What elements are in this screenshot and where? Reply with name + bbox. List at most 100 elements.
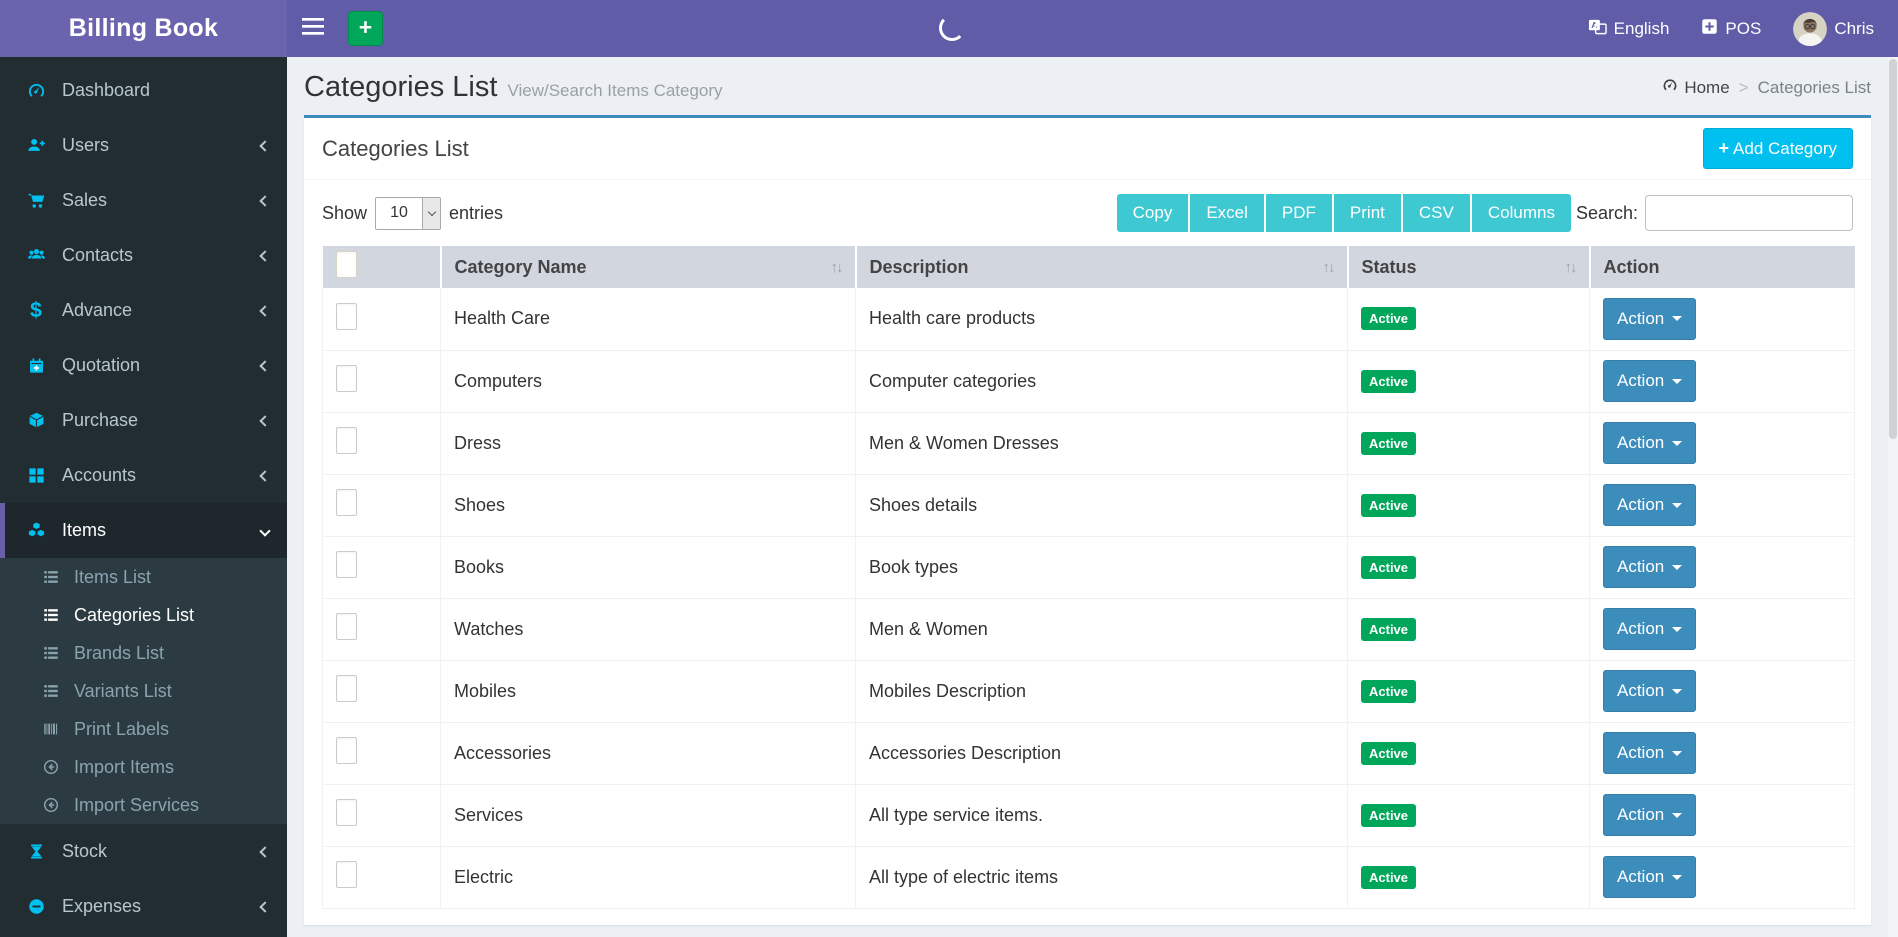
sidebar-item-quotation[interactable]: Quotation bbox=[0, 338, 287, 393]
row-checkbox[interactable] bbox=[336, 489, 357, 516]
table-row: Watches Men & Women Active Action bbox=[323, 598, 1855, 660]
breadcrumb-separator: > bbox=[1739, 78, 1749, 98]
chevron-left-icon bbox=[259, 305, 270, 316]
content-header: Categories ListView/Search Items Categor… bbox=[287, 57, 1888, 115]
column-header-category-name[interactable]: Category Name↑↓ bbox=[441, 246, 856, 288]
description-cell: Shoes details bbox=[856, 474, 1348, 536]
cube-icon bbox=[22, 411, 50, 430]
csv-button[interactable]: CSV bbox=[1403, 194, 1472, 232]
action-dropdown-button[interactable]: Action bbox=[1603, 422, 1696, 464]
caret-down-icon bbox=[1672, 689, 1682, 699]
action-dropdown-button[interactable]: Action bbox=[1603, 856, 1696, 898]
pos-button[interactable]: POS bbox=[1701, 18, 1761, 40]
sidebar-item-contacts[interactable]: Contacts bbox=[0, 228, 287, 283]
category-name-cell: Services bbox=[441, 784, 856, 846]
avatar bbox=[1793, 12, 1827, 46]
action-dropdown-button[interactable]: Action bbox=[1603, 298, 1696, 340]
sort-icon[interactable]: ↑↓ bbox=[831, 259, 842, 276]
sort-icon[interactable]: ↑↓ bbox=[1565, 259, 1576, 276]
hourglass-icon bbox=[22, 842, 50, 861]
row-checkbox[interactable] bbox=[336, 613, 357, 640]
row-checkbox[interactable] bbox=[336, 551, 357, 578]
breadcrumb-current: Categories List bbox=[1758, 78, 1871, 98]
action-dropdown-button[interactable]: Action bbox=[1603, 484, 1696, 526]
description-cell: All type service items. bbox=[856, 784, 1348, 846]
chevron-left-icon bbox=[259, 140, 270, 151]
panel-header: Categories List + Add Category bbox=[304, 118, 1871, 180]
action-dropdown-button[interactable]: Action bbox=[1603, 608, 1696, 650]
sort-icon[interactable]: ↑↓ bbox=[1323, 259, 1334, 276]
caret-down-icon bbox=[1672, 751, 1682, 761]
list-icon bbox=[38, 568, 64, 586]
column-header-status[interactable]: Status↑↓ bbox=[1348, 246, 1590, 288]
columns-button[interactable]: Columns bbox=[1472, 194, 1571, 232]
app-logo[interactable]: Billing Book bbox=[0, 0, 287, 57]
caret-down-icon bbox=[1672, 503, 1682, 513]
sidebar-subitem-label: Print Labels bbox=[74, 719, 169, 740]
copy-button[interactable]: Copy bbox=[1117, 194, 1191, 232]
pdf-button[interactable]: PDF bbox=[1266, 194, 1334, 232]
user-menu[interactable]: Chris bbox=[1793, 12, 1874, 46]
sidebar-item-purchase[interactable]: Purchase bbox=[0, 393, 287, 448]
chevron-down-icon bbox=[259, 525, 270, 536]
list-icon bbox=[38, 644, 64, 662]
row-checkbox[interactable] bbox=[336, 675, 357, 702]
sidebar: Dashboard Users Sales Contacts $ Advance… bbox=[0, 57, 287, 937]
sidebar-item-dashboard[interactable]: Dashboard bbox=[0, 63, 287, 118]
language-menu[interactable]: A English bbox=[1588, 17, 1670, 41]
row-checkbox[interactable] bbox=[336, 427, 357, 454]
sidebar-subitem-label: Categories List bbox=[74, 605, 194, 626]
scrollbar-thumb[interactable] bbox=[1889, 59, 1897, 439]
sidebar-subitem-items-list[interactable]: Items List bbox=[0, 558, 287, 596]
gauge-icon bbox=[22, 81, 50, 100]
column-label: Description bbox=[870, 257, 969, 277]
sidebar-item-stock[interactable]: Stock bbox=[0, 824, 287, 879]
sidebar-item-label: Sales bbox=[62, 190, 261, 211]
excel-button[interactable]: Excel bbox=[1190, 194, 1266, 232]
print-button[interactable]: Print bbox=[1334, 194, 1403, 232]
action-dropdown-button[interactable]: Action bbox=[1603, 794, 1696, 836]
table-row: Accessories Accessories Description Acti… bbox=[323, 722, 1855, 784]
sidebar-toggle-button[interactable] bbox=[287, 0, 339, 57]
sidebar-subitem-import-items[interactable]: Import Items bbox=[0, 748, 287, 786]
sidebar-item-accounts[interactable]: Accounts bbox=[0, 448, 287, 503]
hamburger-icon bbox=[302, 18, 324, 40]
column-header-description[interactable]: Description ↑↓ bbox=[856, 246, 1348, 288]
quick-add-button[interactable]: + bbox=[348, 11, 383, 46]
row-checkbox[interactable] bbox=[336, 861, 357, 888]
status-badge: Active bbox=[1361, 556, 1416, 579]
sidebar-item-advance[interactable]: $ Advance bbox=[0, 283, 287, 338]
add-category-button[interactable]: + Add Category bbox=[1703, 128, 1853, 169]
row-checkbox[interactable] bbox=[336, 303, 357, 330]
list-icon bbox=[38, 606, 64, 624]
action-dropdown-button[interactable]: Action bbox=[1603, 546, 1696, 588]
description-cell: Book types bbox=[856, 536, 1348, 598]
sidebar-item-sales[interactable]: Sales bbox=[0, 173, 287, 228]
sidebar-subitem-brands-list[interactable]: Brands List bbox=[0, 634, 287, 672]
action-dropdown-button[interactable]: Action bbox=[1603, 732, 1696, 774]
sidebar-item-label: Contacts bbox=[62, 245, 261, 266]
select-all-checkbox[interactable] bbox=[336, 251, 357, 278]
page-length-select[interactable]: 10 bbox=[375, 197, 441, 230]
action-dropdown-button[interactable]: Action bbox=[1603, 670, 1696, 712]
sidebar-subitem-import-services[interactable]: Import Services bbox=[0, 786, 287, 824]
breadcrumb-home[interactable]: Home bbox=[1662, 77, 1729, 98]
action-dropdown-button[interactable]: Action bbox=[1603, 360, 1696, 402]
sidebar-item-expenses[interactable]: Expenses bbox=[0, 879, 287, 934]
row-checkbox[interactable] bbox=[336, 365, 357, 392]
sidebar-subitem-print-labels[interactable]: Print Labels bbox=[0, 710, 287, 748]
description-cell: All type of electric items bbox=[856, 846, 1348, 908]
svg-text:A: A bbox=[1591, 20, 1597, 30]
caret-down-icon bbox=[1672, 379, 1682, 389]
sidebar-item-items[interactable]: Items bbox=[0, 503, 287, 558]
search-input[interactable] bbox=[1645, 195, 1853, 231]
sidebar-subitem-variants-list[interactable]: Variants List bbox=[0, 672, 287, 710]
user-name: Chris bbox=[1834, 19, 1874, 39]
sidebar-subitem-categories-list[interactable]: Categories List bbox=[0, 596, 287, 634]
row-checkbox[interactable] bbox=[336, 799, 357, 826]
items-submenu: Items List Categories List Brands List V… bbox=[0, 558, 287, 824]
category-name-cell: Watches bbox=[441, 598, 856, 660]
table-row: Electric All type of electric items Acti… bbox=[323, 846, 1855, 908]
sidebar-item-users[interactable]: Users bbox=[0, 118, 287, 173]
row-checkbox[interactable] bbox=[336, 737, 357, 764]
